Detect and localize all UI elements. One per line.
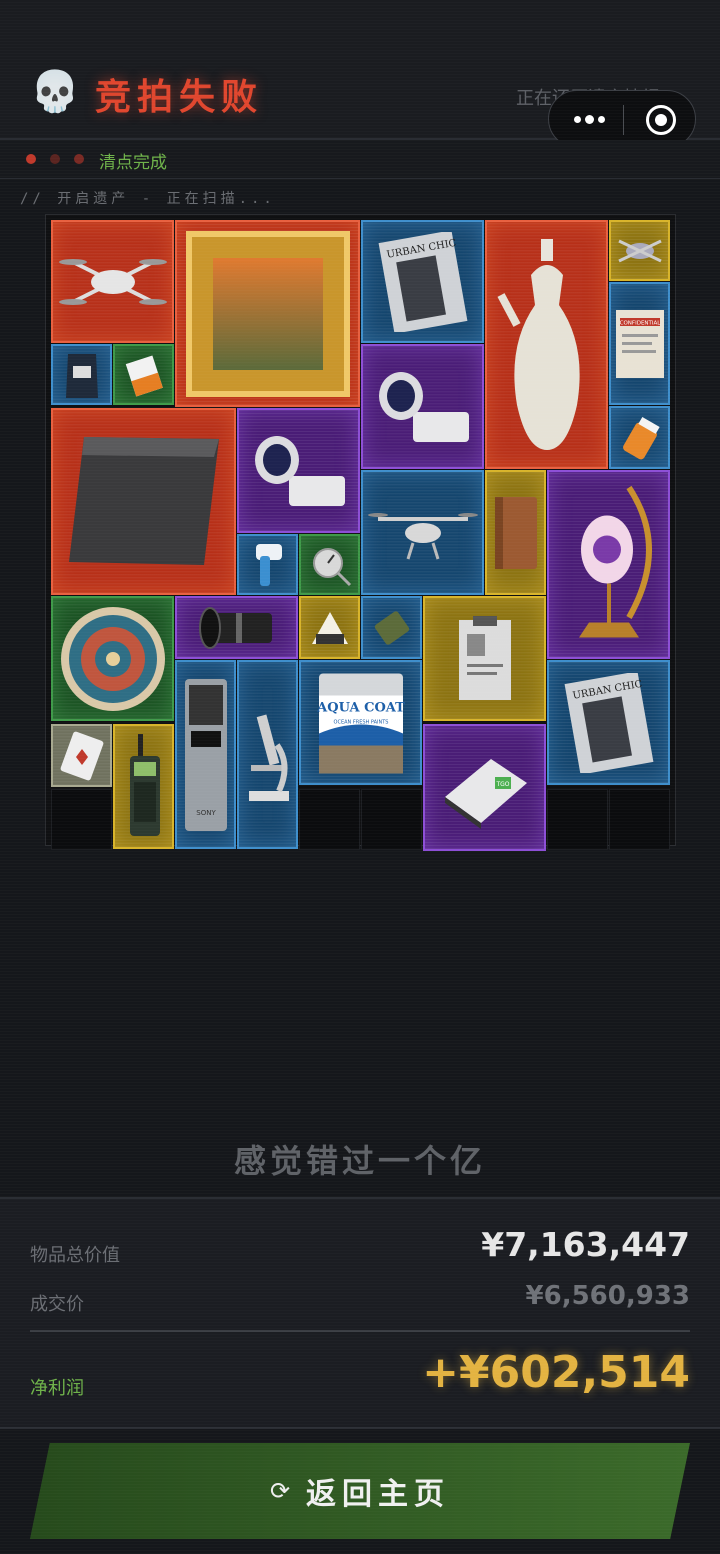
item-camera-lens[interactable] bbox=[175, 596, 298, 659]
painting-icon bbox=[185, 230, 350, 397]
gauge-icon bbox=[312, 547, 351, 586]
device-brand: TGO bbox=[495, 781, 509, 788]
item-pill-bottle[interactable] bbox=[609, 406, 670, 469]
paint-brand: AQUA COAT bbox=[316, 700, 405, 715]
vase-icon bbox=[496, 238, 580, 450]
scan-text: // 开启遗产 - 正在扫描... bbox=[20, 191, 276, 207]
skull-icon: 💀 bbox=[30, 69, 80, 115]
lens-icon bbox=[198, 606, 272, 649]
empty-slot bbox=[51, 789, 112, 850]
item-aqua-coat-paint[interactable]: AQUA COAT OCEAN FRESH PAINTS bbox=[299, 660, 422, 785]
item-leather-journal[interactable] bbox=[485, 470, 546, 595]
item-tgo-device[interactable]: TGO bbox=[423, 724, 546, 851]
coffee-bag-icon bbox=[65, 353, 98, 398]
total-value-label: 物品总价值 bbox=[30, 1245, 120, 1266]
magazine-icon: URBAN CHIC bbox=[378, 231, 467, 332]
item-telescope-mount[interactable] bbox=[361, 344, 484, 469]
radio-icon bbox=[129, 733, 160, 836]
thermometer-icon bbox=[255, 543, 282, 586]
item-coffee-bag[interactable] bbox=[51, 344, 112, 405]
magazine-icon: URBAN CHIC bbox=[564, 672, 653, 773]
paint-can-icon: AQUA COAT OCEAN FRESH PAINTS bbox=[316, 673, 405, 773]
item-confidential-file[interactable]: CONFIDENTIAL bbox=[609, 282, 670, 405]
empty-slot bbox=[547, 789, 608, 850]
item-thermometer-gun[interactable] bbox=[237, 534, 298, 595]
item-crescent-lamp[interactable] bbox=[547, 470, 670, 659]
lamp-icon bbox=[578, 485, 652, 637]
return-home-label: 返回主页 bbox=[306, 1477, 451, 1512]
onigiri-icon bbox=[311, 611, 348, 644]
item-urban-chic-magazine-2[interactable]: URBAN CHIC bbox=[547, 660, 670, 785]
item-onigiri[interactable] bbox=[299, 596, 360, 659]
empty-slot bbox=[609, 789, 670, 850]
ration-icon bbox=[374, 610, 409, 645]
empty-slot bbox=[361, 789, 422, 850]
capsule-divider bbox=[623, 105, 624, 135]
return-home-button[interactable]: ⟳ 返回主页 bbox=[30, 1443, 690, 1539]
item-microscope[interactable] bbox=[237, 660, 298, 849]
summary-panel: 物品总价值 ¥7,163,447 成交价 ¥6,560,933 净利润 +¥60… bbox=[0, 1197, 720, 1429]
item-urban-chic-magazine[interactable]: URBAN CHIC bbox=[361, 220, 484, 343]
close-miniprogram-icon[interactable] bbox=[646, 105, 676, 135]
total-value-amount: ¥7,163,447 bbox=[481, 1225, 690, 1264]
item-mini-drone[interactable] bbox=[609, 220, 670, 281]
progress-dots bbox=[26, 154, 84, 164]
item-clipboard[interactable] bbox=[423, 596, 546, 721]
battery-icon bbox=[125, 354, 163, 396]
document-stamp: CONFIDENTIAL bbox=[619, 320, 661, 326]
deal-price-label: 成交价 bbox=[30, 1294, 84, 1315]
item-mre-pack[interactable] bbox=[361, 596, 422, 659]
item-dark-slab[interactable] bbox=[51, 408, 236, 595]
item-dial-thermometer[interactable] bbox=[299, 534, 360, 595]
journal-icon bbox=[494, 496, 537, 569]
telescope-icon bbox=[254, 435, 345, 506]
item-playing-card[interactable] bbox=[51, 724, 112, 787]
item-drone-gray[interactable] bbox=[51, 220, 174, 343]
net-profit-amount: +¥602,514 bbox=[422, 1347, 690, 1398]
summary-divider bbox=[30, 1330, 690, 1332]
item-porcelain-ewer[interactable] bbox=[485, 220, 608, 469]
more-menu-icon[interactable] bbox=[567, 103, 611, 135]
recorder-icon: SONY bbox=[184, 678, 227, 831]
clipboard-icon bbox=[458, 615, 511, 700]
refresh-icon: ⟳ bbox=[269, 1477, 291, 1505]
drone-icon bbox=[617, 239, 662, 262]
microscope-icon bbox=[248, 714, 289, 801]
slab-icon bbox=[68, 436, 219, 565]
tagline: 感觉错过一个亿 bbox=[233, 1142, 486, 1180]
drone-icon bbox=[367, 512, 478, 559]
inventory-grid: URBAN CHIC CONFIDENTIAL SONY AQUA COAT O… bbox=[45, 214, 676, 851]
deal-price-amount: ¥6,560,933 bbox=[525, 1281, 690, 1311]
tablet-icon: TGO bbox=[444, 758, 527, 829]
pill-bottle-icon bbox=[622, 416, 660, 459]
document-icon: CONFIDENTIAL bbox=[615, 309, 664, 378]
item-recorder-device[interactable]: SONY bbox=[175, 660, 236, 849]
card-icon bbox=[60, 731, 103, 780]
paint-subtitle: OCEAN FRESH PAINTS bbox=[333, 719, 388, 725]
item-telescope-base[interactable] bbox=[237, 408, 360, 533]
item-quadcopter[interactable] bbox=[361, 470, 484, 595]
item-framed-painting[interactable] bbox=[175, 220, 360, 407]
item-radio-phone[interactable] bbox=[113, 724, 174, 849]
empty-slot bbox=[299, 789, 360, 850]
drone-icon bbox=[58, 258, 167, 305]
telescope-icon bbox=[378, 371, 469, 442]
status-row: 清点完成 bbox=[0, 140, 720, 179]
net-profit-label: 净利润 bbox=[30, 1378, 84, 1399]
item-battery[interactable] bbox=[113, 344, 174, 405]
header: 💀 竞拍失败 正在还原遗产情报 . bbox=[0, 0, 720, 148]
page-title: 竞拍失败 bbox=[95, 77, 264, 118]
recorder-brand: SONY bbox=[196, 809, 216, 817]
plate-icon bbox=[60, 606, 165, 711]
status-text: 清点完成 bbox=[99, 153, 167, 173]
item-ornate-plate[interactable] bbox=[51, 596, 174, 721]
